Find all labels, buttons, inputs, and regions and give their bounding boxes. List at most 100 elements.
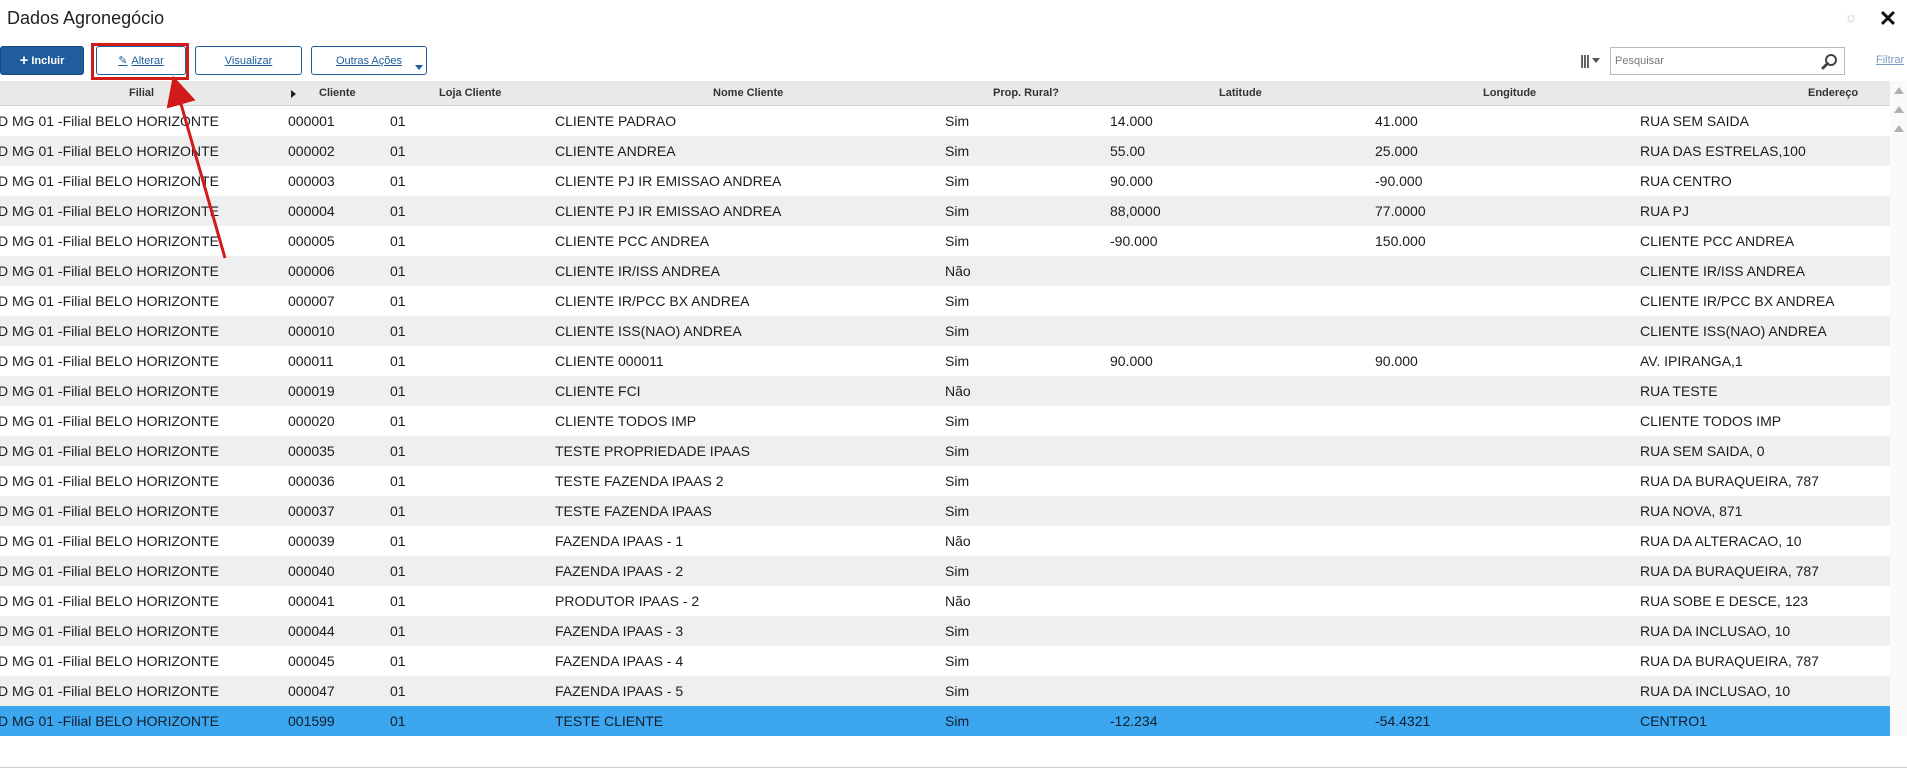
header-filial[interactable]: Filial <box>129 87 154 99</box>
header-longitude[interactable]: Longitude <box>1483 87 1536 99</box>
cell-cliente: 000011 <box>288 353 334 369</box>
table-row[interactable]: D MG 01 -Filial BELO HORIZONTE 000019 01 CL… <box>0 376 1890 406</box>
cell-loja: 01 <box>390 293 406 309</box>
cell-nome: CLIENTE PJ IR EMISSAO ANDREA <box>555 203 782 219</box>
incluir-button[interactable]: + Incluir <box>0 46 84 75</box>
table-row[interactable]: D MG 01 -Filial BELO HORIZONTE 000006 01 CL… <box>0 256 1890 286</box>
search-icon[interactable] <box>1821 53 1838 70</box>
cell-cliente: 000001 <box>288 113 335 129</box>
cell-loja: 01 <box>390 503 406 519</box>
cell-nome: FAZENDA IPAAS - 1 <box>555 533 684 549</box>
cell-end: RUA SOBE E DESCE, 123 <box>1640 593 1809 609</box>
cell-prop: Sim <box>945 203 970 219</box>
cell-prop: Sim <box>945 173 970 189</box>
cell-cliente: 000035 <box>288 443 335 459</box>
grid-body: D MG 01 -Filial BELO HORIZONTE 000001 01 CL… <box>0 106 1890 736</box>
data-grid: Filial Cliente Loja Cliente Nome Cliente… <box>0 81 1890 736</box>
cell-nome: FAZENDA IPAAS - 4 <box>555 653 684 669</box>
cell-filial: D MG 01 -Filial BELO HORIZONTE <box>0 443 219 459</box>
cell-loja: 01 <box>390 413 406 429</box>
cell-cliente: 000020 <box>288 413 335 429</box>
cell-lon: 90.000 <box>1375 353 1418 369</box>
table-row[interactable]: D MG 01 -Filial BELO HORIZONTE 000040 01 FA… <box>0 556 1890 586</box>
scroll-up-icon[interactable] <box>1894 106 1904 113</box>
cell-loja: 01 <box>390 233 406 249</box>
cell-nome: CLIENTE PJ IR EMISSAO ANDREA <box>555 173 782 189</box>
table-row[interactable]: D MG 01 -Filial BELO HORIZONTE 000003 01 CL… <box>0 166 1890 196</box>
cell-prop: Sim <box>945 683 970 699</box>
header-prop-rural[interactable]: Prop. Rural? <box>993 87 1059 99</box>
cell-loja: 01 <box>390 383 406 399</box>
header-cliente[interactable]: Cliente <box>319 87 356 99</box>
cell-filial: D MG 01 -Filial BELO HORIZONTE <box>0 263 219 279</box>
cell-loja: 01 <box>390 713 406 729</box>
header-endereco[interactable]: Endereço <box>1808 87 1858 99</box>
table-row[interactable]: D MG 01 -Filial BELO HORIZONTE 000035 01 TE… <box>0 436 1890 466</box>
cell-lat: 90.000 <box>1110 353 1153 369</box>
table-row[interactable]: D MG 01 -Filial BELO HORIZONTE 000005 01 CL… <box>0 226 1890 256</box>
table-row[interactable]: D MG 01 -Filial BELO HORIZONTE 000039 01 FA… <box>0 526 1890 556</box>
sort-caret-icon <box>291 90 296 98</box>
table-row[interactable]: D MG 01 -Filial BELO HORIZONTE 000001 01 CL… <box>0 106 1890 136</box>
grid-header: Filial Cliente Loja Cliente Nome Cliente… <box>0 81 1890 106</box>
annotation-highlight-box <box>91 43 189 80</box>
table-row[interactable]: D MG 01 -Filial BELO HORIZONTE 000011 01 CL… <box>0 346 1890 376</box>
gear-icon[interactable]: ☼ <box>1843 10 1859 26</box>
cell-end: RUA DA BURAQUEIRA, 787 <box>1640 653 1819 669</box>
table-row[interactable]: D MG 01 -Filial BELO HORIZONTE 000045 01 FA… <box>0 646 1890 676</box>
cell-end: RUA DAS ESTRELAS,100 <box>1640 143 1806 159</box>
cell-loja: 01 <box>390 143 406 159</box>
scroll-up-icon[interactable] <box>1894 87 1904 94</box>
cell-loja: 01 <box>390 173 406 189</box>
cell-nome: CLIENTE PADRAO <box>555 113 677 129</box>
cell-cliente: 000002 <box>288 143 335 159</box>
table-row[interactable]: D MG 01 -Filial BELO HORIZONTE 000020 01 CL… <box>0 406 1890 436</box>
header-nome-cliente[interactable]: Nome Cliente <box>713 87 783 99</box>
cell-cliente: 000047 <box>288 683 335 699</box>
cell-end: RUA CENTRO <box>1640 173 1732 189</box>
cell-end: RUA NOVA, 871 <box>1640 503 1743 519</box>
cell-loja: 01 <box>390 113 406 129</box>
cell-end: RUA SEM SAIDA, 0 <box>1640 443 1765 459</box>
cell-nome: CLIENTE IR/ISS ANDREA <box>555 263 720 279</box>
table-row[interactable]: D MG 01 -Filial BELO HORIZONTE 000010 01 CL… <box>0 316 1890 346</box>
table-row[interactable]: D MG 01 -Filial BELO HORIZONTE 000002 01 CL… <box>0 136 1890 166</box>
table-row[interactable]: D MG 01 -Filial BELO HORIZONTE 000047 01 FA… <box>0 676 1890 706</box>
cell-nome: TESTE PROPRIEDADE IPAAS <box>555 443 751 459</box>
table-row[interactable]: D MG 01 -Filial BELO HORIZONTE 000004 01 CL… <box>0 196 1890 226</box>
scroll-up-icon[interactable] <box>1894 125 1904 132</box>
cell-filial: D MG 01 -Filial BELO HORIZONTE <box>0 113 219 129</box>
search-input[interactable] <box>1611 48 1811 74</box>
outras-acoes-button[interactable]: Outras Ações <box>311 46 427 75</box>
cell-filial: D MG 01 -Filial BELO HORIZONTE <box>0 203 219 219</box>
visualizar-button[interactable]: Visualizar <box>195 46 302 75</box>
table-row[interactable]: D MG 01 -Filial BELO HORIZONTE 001599 01 TE… <box>0 706 1890 736</box>
cell-loja: 01 <box>390 533 406 549</box>
plus-icon: + <box>19 52 29 69</box>
cell-filial: D MG 01 -Filial BELO HORIZONTE <box>0 293 219 309</box>
table-row[interactable]: D MG 01 -Filial BELO HORIZONTE 000036 01 TE… <box>0 466 1890 496</box>
cell-cliente: 000036 <box>288 473 335 489</box>
table-row[interactable]: D MG 01 -Filial BELO HORIZONTE 000037 01 TE… <box>0 496 1890 526</box>
filter-link[interactable]: Filtrar <box>1876 54 1904 66</box>
header-loja-cliente[interactable]: Loja Cliente <box>439 87 501 99</box>
cell-nome: TESTE FAZENDA IPAAS 2 <box>555 473 724 489</box>
table-row[interactable]: D MG 01 -Filial BELO HORIZONTE 000041 01 PR… <box>0 586 1890 616</box>
cell-end: RUA DA BURAQUEIRA, 787 <box>1640 563 1819 579</box>
cell-end: CLIENTE ISS(NAO) ANDREA <box>1640 323 1827 339</box>
cell-cliente: 000004 <box>288 203 335 219</box>
vertical-scrollbar[interactable] <box>1890 81 1907 736</box>
cell-prop: Sim <box>945 443 970 459</box>
column-picker-button[interactable]: ||| <box>1572 46 1608 74</box>
header-latitude[interactable]: Latitude <box>1219 87 1262 99</box>
close-icon[interactable]: ✕ <box>1877 8 1899 30</box>
table-row[interactable]: D MG 01 -Filial BELO HORIZONTE 000044 01 FA… <box>0 616 1890 646</box>
cell-lon: -90.000 <box>1375 173 1423 189</box>
bottom-divider <box>0 767 1907 768</box>
cell-cliente: 000044 <box>288 623 335 639</box>
table-row[interactable]: D MG 01 -Filial BELO HORIZONTE 000007 01 CL… <box>0 286 1890 316</box>
cell-lat: 55.00 <box>1110 143 1146 159</box>
cell-loja: 01 <box>390 473 406 489</box>
cell-filial: D MG 01 -Filial BELO HORIZONTE <box>0 563 219 579</box>
cell-filial: D MG 01 -Filial BELO HORIZONTE <box>0 503 219 519</box>
